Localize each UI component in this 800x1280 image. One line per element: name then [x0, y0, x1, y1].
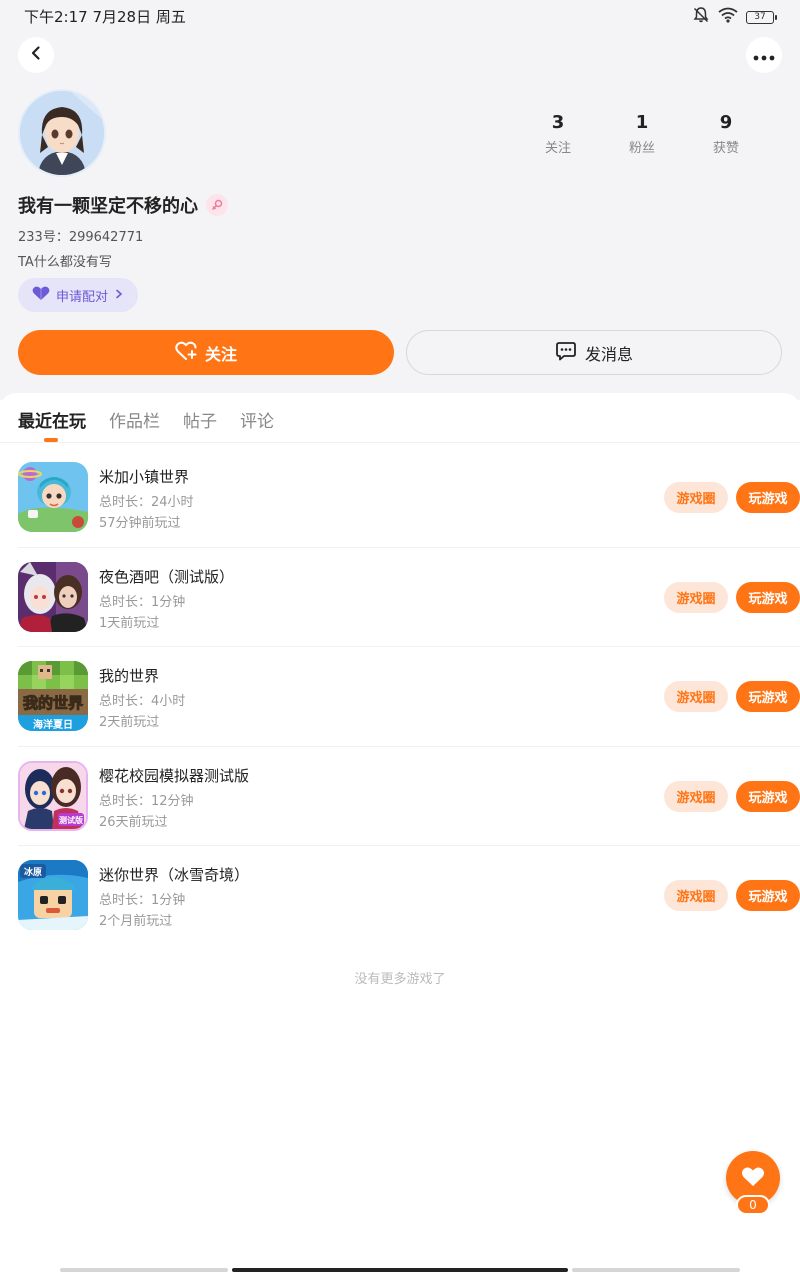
- tab-indicator: [44, 438, 58, 442]
- female-icon: [206, 194, 228, 216]
- game-icon-subtitle: 海洋夏日: [33, 718, 73, 731]
- back-icon: [28, 45, 44, 65]
- game-circle-button[interactable]: 游戏圈: [664, 880, 728, 911]
- list-item[interactable]: 米加小镇世界 总时长：24小时 57分钟前玩过 游戏圈 玩游戏: [18, 448, 800, 548]
- list-item[interactable]: 我的世界 海洋夏日 我的世界 总时长：4小时 2天前玩过 游戏圈 玩游戏: [18, 647, 800, 747]
- game-name: 米加小镇世界: [99, 468, 190, 486]
- nickname-row: 我有一颗坚定不移的心: [18, 192, 228, 218]
- game-name: 樱花校园模拟器测试版: [99, 766, 250, 785]
- game-icon-tag: 冰原: [24, 866, 42, 878]
- stat-following-label: 关注: [544, 141, 571, 156]
- stat-likes-count: 9: [719, 112, 733, 133]
- game-icon: 我的世界 海洋夏日: [18, 661, 88, 731]
- play-game-button[interactable]: 玩游戏: [736, 581, 800, 613]
- stat-following-count: 3: [551, 112, 565, 133]
- game-icon: [18, 561, 88, 632]
- heart-pair-icon: [32, 286, 50, 305]
- list-item[interactable]: 测试版 樱花校园模拟器测试版 总时长：12分钟 26天前玩过 游戏圈 玩游戏: [18, 747, 800, 846]
- gesture-handle[interactable]: [232, 1268, 568, 1272]
- battery-icon: 37: [746, 10, 777, 24]
- profile-tabs: 最近在玩 作品栏 帖子 评论: [0, 393, 800, 443]
- list-item[interactable]: 冰原 迷你世界（冰雪奇境） 总时长：1分钟 2个月前玩过 游戏圈 玩游戏: [18, 846, 800, 946]
- message-icon: [555, 341, 577, 365]
- no-more-text: 没有更多游戏了: [354, 972, 446, 987]
- game-last-played: 26天前玩过: [99, 814, 168, 830]
- game-name: 迷你世界（冰雪奇境）: [99, 866, 250, 884]
- mute-icon: [692, 6, 710, 28]
- chevron-right-icon: [114, 288, 124, 303]
- list-item[interactable]: 夜色酒吧（测试版） 总时长：1分钟 1天前玩过 游戏圈 玩游戏: [18, 548, 800, 647]
- content-panel: 最近在玩 作品栏 帖子 评论 米加小镇世界 总时长：24小时 57分钟前玩过 游…: [0, 393, 800, 1280]
- pair-request-label: 申请配对: [56, 289, 109, 305]
- pair-request-button[interactable]: 申请配对: [18, 278, 139, 312]
- more-icon: [753, 46, 775, 65]
- game-duration: 总时长：1分钟: [99, 594, 186, 610]
- game-last-played: 2天前玩过: [99, 715, 160, 730]
- bio: TA什么都没有写: [18, 255, 112, 270]
- follow-label: 关注: [204, 344, 237, 364]
- avatar[interactable]: [18, 89, 106, 177]
- like-count: 0: [736, 1195, 770, 1215]
- game-circle-button[interactable]: 游戏圈: [664, 681, 728, 712]
- tab-comments[interactable]: 评论: [240, 407, 274, 432]
- tab-posts[interactable]: 帖子: [183, 407, 217, 432]
- gesture-bar: [60, 1268, 740, 1272]
- wifi-icon: [718, 7, 738, 27]
- play-game-button[interactable]: 玩游戏: [736, 880, 800, 911]
- game-duration: 总时长：24小时: [99, 495, 194, 510]
- stat-likes[interactable]: 9 获赞: [684, 112, 768, 156]
- game-icon: 测试版: [18, 760, 88, 831]
- nickname: 我有一颗坚定不移的心: [18, 196, 198, 217]
- game-duration: 总时长：1分钟: [99, 893, 186, 908]
- game-last-played: 2个月前玩过: [99, 914, 173, 929]
- back-button[interactable]: [18, 37, 54, 73]
- status-time: 下午2:17 7月28日 周五: [24, 8, 186, 26]
- game-name: 我的世界: [99, 667, 160, 685]
- stat-followers-count: 1: [635, 112, 649, 133]
- game-duration: 总时长：12分钟: [99, 793, 194, 809]
- more-button[interactable]: [746, 37, 782, 73]
- play-game-button[interactable]: 玩游戏: [736, 482, 800, 513]
- message-button[interactable]: 发消息: [406, 330, 782, 375]
- game-icon-title: 我的世界: [23, 694, 83, 712]
- game-circle-button[interactable]: 游戏圈: [664, 581, 728, 613]
- user-id: 233号：299642771: [18, 230, 144, 245]
- game-icon: 冰原: [18, 860, 88, 930]
- stat-followers[interactable]: 1 粉丝: [600, 112, 684, 156]
- tab-works[interactable]: 作品栏: [109, 407, 160, 432]
- status-icons: 37: [692, 6, 777, 28]
- tab-recently-played[interactable]: 最近在玩: [18, 407, 86, 432]
- follow-heart-icon: [175, 341, 197, 365]
- game-icon: [18, 462, 88, 532]
- status-bar: 下午2:17 7月28日 周五 37: [0, 0, 800, 30]
- stat-likes-label: 获赞: [712, 141, 739, 156]
- game-list: 米加小镇世界 总时长：24小时 57分钟前玩过 游戏圈 玩游戏 夜色酒吧（测试版…: [0, 448, 800, 946]
- play-game-button[interactable]: 玩游戏: [736, 681, 800, 712]
- game-icon-tag: 测试版: [59, 815, 83, 825]
- game-last-played: 57分钟前玩过: [99, 516, 181, 531]
- gesture-segment-left: [60, 1268, 228, 1272]
- game-duration: 总时长：4小时: [99, 694, 186, 709]
- stat-followers-label: 粉丝: [628, 141, 655, 156]
- game-circle-button[interactable]: 游戏圈: [664, 780, 728, 812]
- follow-button[interactable]: 关注: [18, 330, 394, 375]
- like-heart-icon: [741, 1166, 765, 1191]
- message-label: 发消息: [584, 344, 633, 364]
- profile-stats: 3 关注 1 粉丝 9 获赞: [516, 112, 768, 156]
- game-last-played: 1天前玩过: [99, 615, 160, 631]
- game-name: 夜色酒吧（测试版）: [99, 567, 235, 586]
- gesture-segment-right: [572, 1268, 740, 1272]
- game-circle-button[interactable]: 游戏圈: [664, 482, 728, 513]
- play-game-button[interactable]: 玩游戏: [736, 780, 800, 812]
- stat-following[interactable]: 3 关注: [516, 112, 600, 156]
